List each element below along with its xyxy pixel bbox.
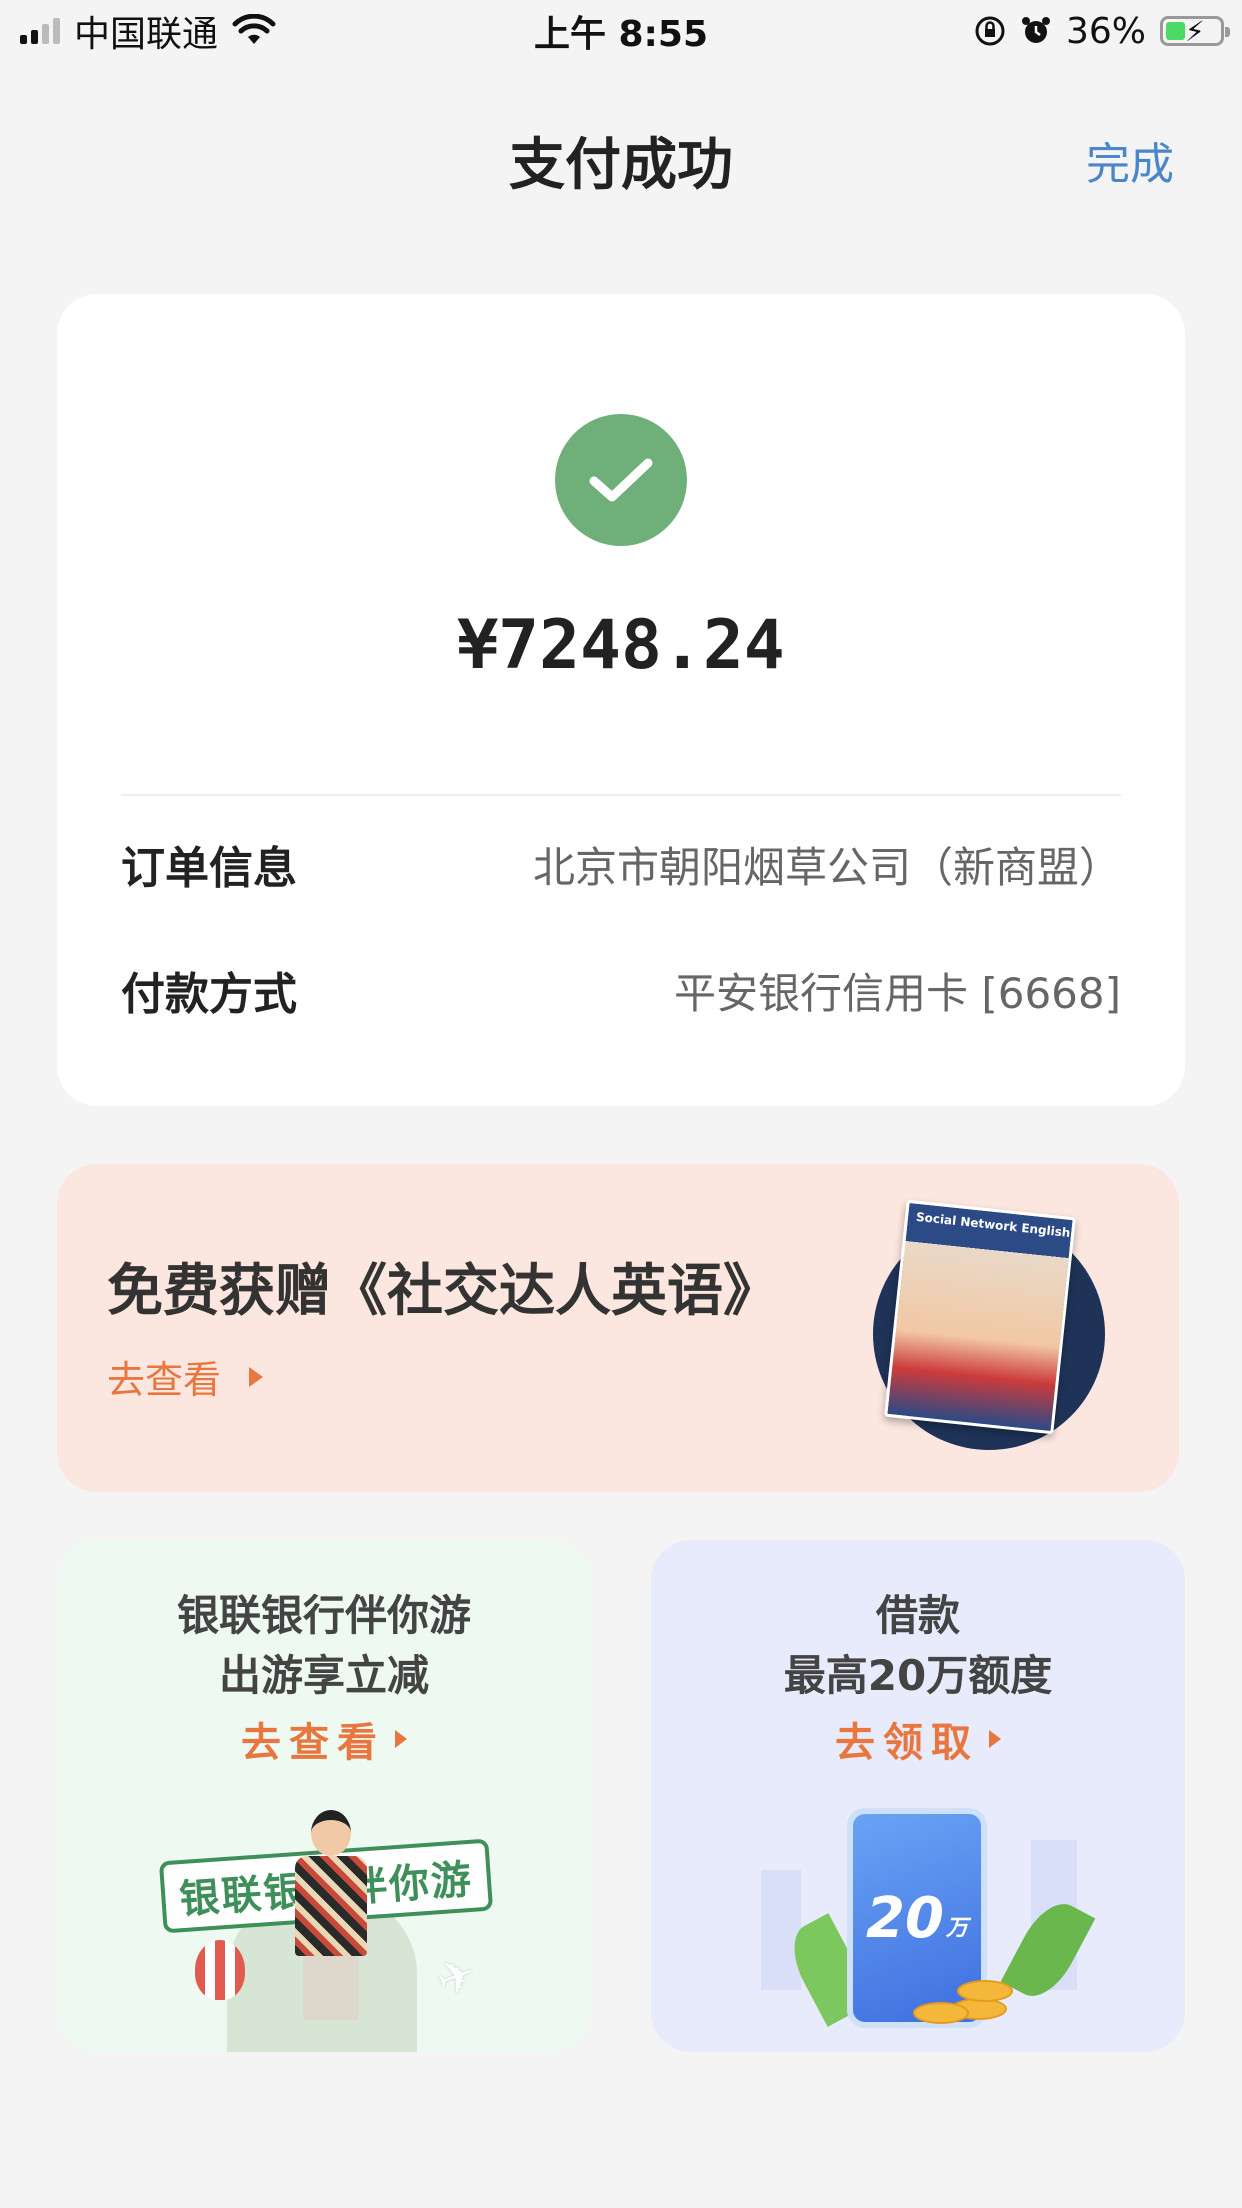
phone-unit: 万	[945, 1916, 968, 1941]
signal-icon	[20, 18, 60, 44]
alarm-icon	[1021, 17, 1050, 43]
status-bar: 中国联通 上午 8:55 36% ⚡	[0, 0, 1242, 62]
promo-banner[interactable]: 免费获赠《社交达人英语》 去查看 Social Network English	[57, 1164, 1179, 1492]
arrow-right-icon	[249, 1366, 264, 1387]
book-image: Social Network English	[873, 1199, 1105, 1450]
divider	[121, 794, 1121, 796]
arrow-right-icon	[989, 1730, 1001, 1748]
travel-promo-card[interactable]: 银联银行伴你游 出游享立减 去查看 银联银行伴你游 ✈	[57, 1540, 591, 2052]
leaf-shape	[1000, 1893, 1096, 2007]
coin-icon	[957, 1980, 1013, 2002]
page-title: 支付成功	[509, 133, 733, 198]
nav-bar: 支付成功 完成	[0, 90, 1242, 220]
person-illustration	[285, 1810, 375, 2020]
arrow-right-icon	[395, 1730, 407, 1748]
promo-link-label: 去查看	[107, 1358, 222, 1402]
orientation-lock-icon	[975, 16, 1005, 46]
payment-card: ¥7248.24 订单信息 北京市朝阳烟草公司（新商盟） 付款方式 平安银行信用…	[57, 294, 1185, 1106]
hot-air-balloon-icon	[195, 1940, 245, 2000]
loan-card-link[interactable]: 去领取	[651, 1710, 1185, 1768]
check-icon	[589, 458, 653, 502]
promo-link[interactable]: 去查看	[107, 1349, 264, 1404]
loan-card-subtitle: 最高20万额度	[783, 1651, 1053, 1700]
success-check-icon	[555, 414, 687, 546]
travel-card-link-label: 去查看	[241, 1720, 385, 1766]
loan-card-title: 借款	[875, 1591, 960, 1640]
status-left: 中国联通	[20, 5, 276, 57]
status-right: 36% ⚡	[974, 10, 1230, 52]
travel-card-link[interactable]: 去查看	[57, 1710, 591, 1768]
order-info-value: 北京市朝阳烟草公司（新商盟）	[532, 842, 1121, 892]
travel-card-subtitle: 出游享立减	[218, 1651, 429, 1700]
order-info-label: 订单信息	[121, 843, 297, 894]
airplane-icon: ✈	[428, 1945, 484, 2009]
battery-percent: 36%	[1065, 10, 1146, 52]
payment-method-label: 付款方式	[121, 969, 297, 1020]
done-button[interactable]: 完成	[1086, 128, 1174, 192]
book-title: Social Network English	[915, 1209, 1072, 1240]
phone-amount: 20	[866, 1885, 944, 1951]
payment-method-row: 付款方式 平安银行信用卡 [6668]	[121, 950, 1121, 1030]
wifi-icon	[232, 14, 276, 44]
order-info-row: 订单信息 北京市朝阳烟草公司（新商盟）	[121, 824, 1121, 904]
promo-title: 免费获赠《社交达人英语》	[107, 1259, 779, 1324]
loan-promo-card[interactable]: 借款 最高20万额度 去领取 20 万	[651, 1540, 1185, 2052]
loan-card-link-label: 去领取	[835, 1720, 979, 1766]
payment-method-value: 平安银行信用卡 [6668]	[673, 968, 1121, 1018]
payment-amount: ¥7248.24	[457, 606, 785, 685]
carrier-label: 中国联通	[74, 14, 219, 55]
battery-charging-icon: ⚡	[1160, 15, 1230, 48]
building-shape	[761, 1870, 801, 1990]
coin-icon	[913, 2002, 969, 2024]
travel-card-title: 银联银行伴你游	[176, 1591, 471, 1640]
book-cover: Social Network English	[884, 1199, 1076, 1435]
